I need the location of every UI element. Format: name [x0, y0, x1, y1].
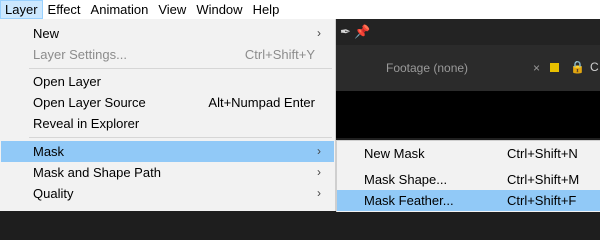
menu-item-shortcut: Ctrl+Shift+Y — [244, 47, 315, 62]
submenu-item-mask-feather[interactable]: Mask Feather... Ctrl+Shift+F — [337, 190, 600, 211]
submenu-item-mask-shape[interactable]: Mask Shape... Ctrl+Shift+M — [337, 169, 600, 190]
menu-item-label: Mask and Shape Path — [33, 165, 161, 180]
menu-layer[interactable]: Layer — [0, 0, 43, 19]
close-icon[interactable]: × — [533, 61, 540, 75]
menu-help[interactable]: Help — [248, 0, 285, 19]
pen-tool-icon[interactable]: ✒ — [340, 24, 351, 40]
menu-item-open-layer-source[interactable]: Open Layer Source Alt+Numpad Enter — [1, 92, 334, 113]
pin-tool-icon[interactable]: 📌 — [354, 24, 370, 40]
menu-separator — [29, 68, 332, 69]
tools-toolbar — [335, 19, 600, 46]
composition-tab-label[interactable]: C — [590, 60, 599, 74]
menu-item-label: Mask Shape... — [364, 172, 448, 187]
menu-item-reveal-in-explorer[interactable]: Reveal in Explorer — [1, 113, 334, 134]
menu-item-label: New Mask — [364, 146, 425, 161]
menu-item-new[interactable]: New › — [1, 23, 334, 44]
footage-panel-tab[interactable]: Footage (none) — [386, 61, 468, 75]
menu-item-shortcut: Ctrl+Shift+N — [507, 146, 578, 161]
menu-item-mask-and-shape-path[interactable]: Mask and Shape Path › — [1, 162, 334, 183]
menu-item-label: Mask Feather... — [364, 193, 454, 208]
menu-item-layer-settings[interactable]: Layer Settings... Ctrl+Shift+Y — [1, 44, 334, 65]
submenu-arrow-icon: › — [317, 26, 321, 40]
menu-item-quality[interactable]: Quality › — [1, 183, 334, 204]
submenu-item-new-mask[interactable]: New Mask Ctrl+Shift+N — [337, 143, 600, 164]
menu-item-label: Mask — [33, 144, 65, 159]
composition-color-swatch — [550, 63, 559, 72]
menu-window[interactable]: Window — [191, 0, 247, 19]
menu-separator — [29, 137, 332, 138]
menu-effect[interactable]: Effect — [43, 0, 86, 19]
menu-item-open-layer[interactable]: Open Layer — [1, 71, 334, 92]
menu-item-label: New — [33, 26, 60, 41]
menu-bar: Layer Effect Animation View Window Help — [0, 0, 600, 19]
menu-item-label: Open Layer — [33, 74, 101, 89]
menu-item-label: Open Layer Source — [33, 95, 146, 110]
menu-item-label: Quality — [33, 186, 74, 201]
menu-item-label: Reveal in Explorer — [33, 116, 140, 131]
menu-item-shortcut: Ctrl+Shift+M — [507, 172, 580, 187]
layer-dropdown-menu: New › Layer Settings... Ctrl+Shift+Y Ope… — [0, 19, 336, 211]
menu-item-mask[interactable]: Mask › — [1, 141, 334, 162]
menu-item-label: Layer Settings... — [33, 47, 127, 62]
menu-animation[interactable]: Animation — [86, 0, 154, 19]
mask-submenu: New Mask Ctrl+Shift+N Mask Shape... Ctrl… — [336, 140, 600, 212]
lock-icon[interactable]: 🔒 — [570, 60, 585, 74]
menu-view[interactable]: View — [153, 0, 191, 19]
panel-viewer — [335, 91, 600, 138]
submenu-arrow-icon: › — [317, 186, 321, 200]
submenu-arrow-icon: › — [317, 144, 321, 158]
menu-item-shortcut: Alt+Numpad Enter — [208, 95, 315, 110]
menu-item-shortcut: Ctrl+Shift+F — [507, 193, 577, 208]
submenu-arrow-icon: › — [317, 165, 321, 179]
